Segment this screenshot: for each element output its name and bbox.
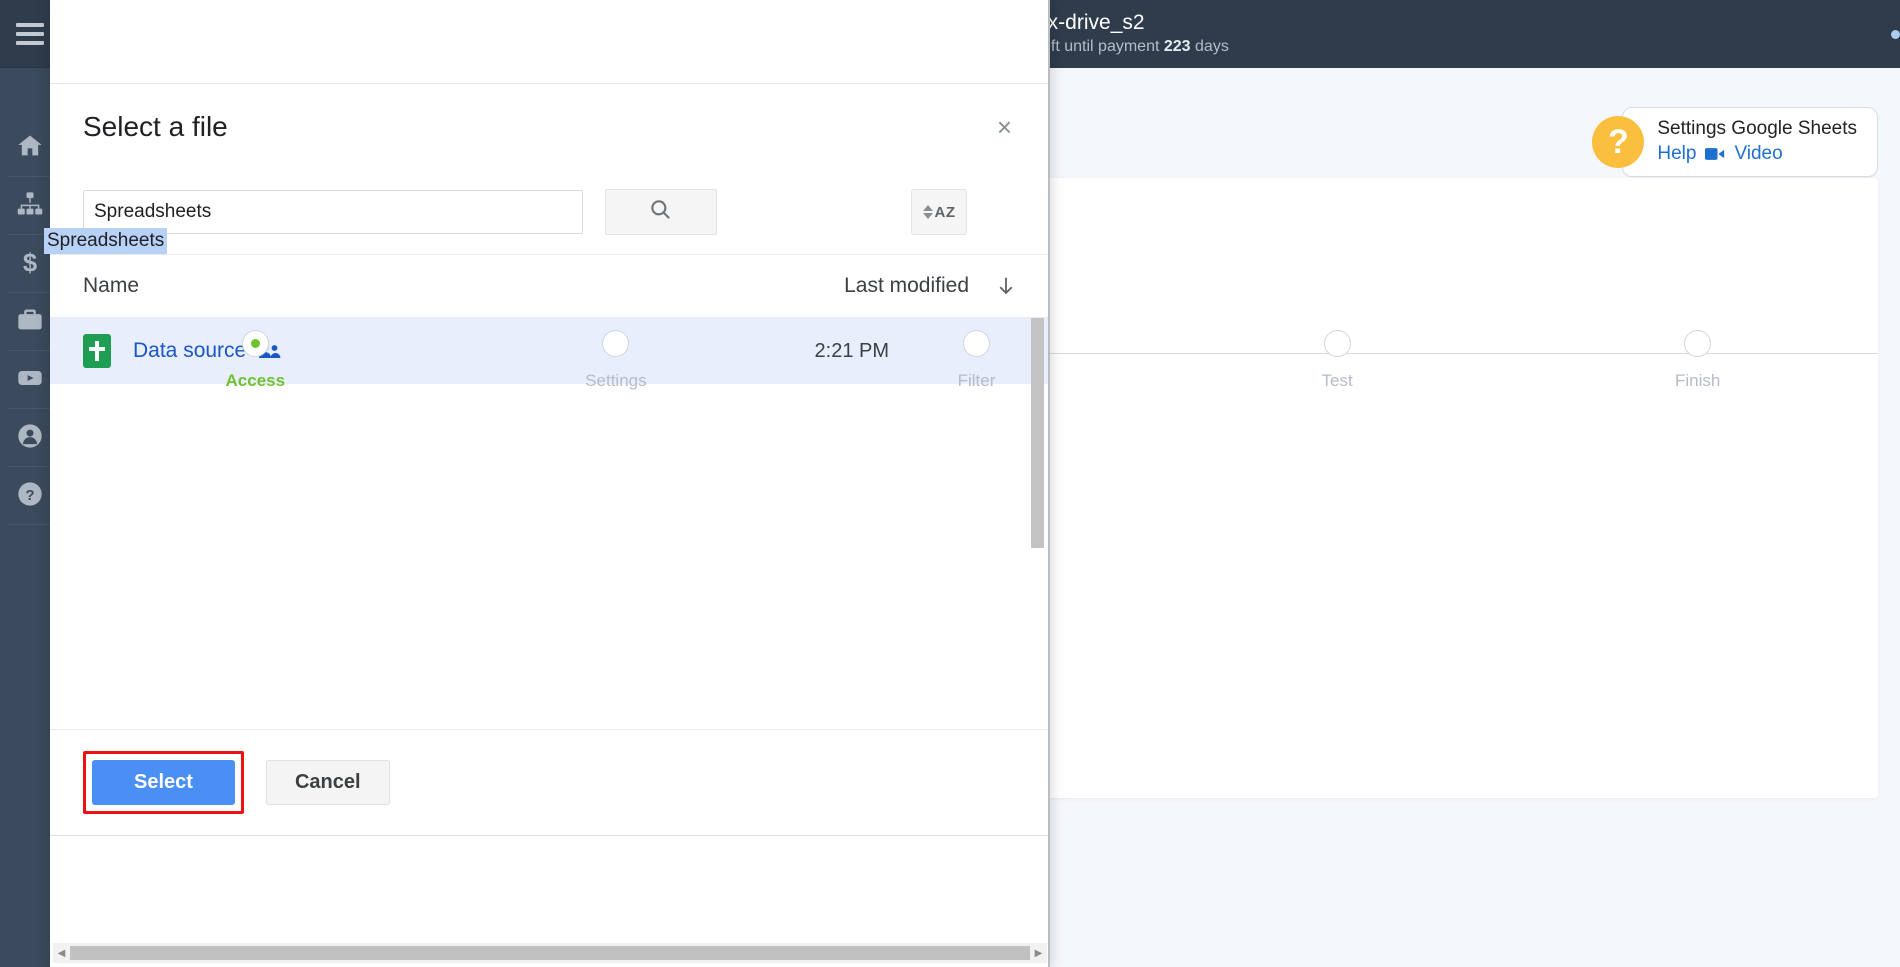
help-card-links: Help Video	[1657, 142, 1857, 167]
language-selector-icon[interactable]	[1891, 30, 1900, 39]
step-test-dot	[1323, 330, 1351, 357]
search-input[interactable]	[83, 190, 583, 234]
home-icon	[16, 132, 44, 165]
column-header-last-modified[interactable]: Last modified	[844, 274, 969, 298]
step-settings-label: Settings	[585, 371, 647, 390]
step-test-label: Test	[1321, 371, 1353, 390]
select-button-highlight: Select	[83, 751, 244, 814]
horizontal-scrollbar-thumb[interactable]	[70, 946, 1030, 960]
dialog-search-row: AZ	[50, 170, 1050, 254]
video-camera-icon	[1705, 147, 1725, 161]
video-link[interactable]: Video	[1734, 142, 1782, 167]
search-button[interactable]	[605, 189, 717, 235]
step-filter-label: Filter	[957, 371, 996, 390]
search-icon	[648, 197, 674, 228]
application-root: $ ? demo_apix-drive_s2 Plan |Start| left…	[0, 0, 1900, 967]
step-filter[interactable]: Filter	[896, 330, 1056, 391]
step-settings[interactable]: Settings	[536, 330, 696, 391]
plan-suffix-text: days	[1195, 38, 1229, 56]
close-icon[interactable]: ×	[989, 110, 1020, 144]
sort-alpha-button[interactable]: AZ	[911, 189, 967, 235]
svg-text:$: $	[23, 249, 37, 276]
help-card-title: Settings Google Sheets	[1657, 118, 1857, 139]
hamburger-icon	[16, 18, 44, 50]
plan-days-count: 223	[1163, 38, 1191, 56]
dialog-footer: Select Cancel	[50, 729, 1050, 835]
svg-text:?: ?	[25, 487, 34, 504]
dialog-header: Select a file ×	[50, 84, 1050, 170]
step-filter-dot	[962, 330, 990, 357]
step-access-label: Access	[225, 371, 286, 390]
sitemap-icon	[16, 190, 44, 223]
step-access[interactable]: Access	[175, 330, 335, 391]
picker-bottom-area: ◀ ▶	[50, 836, 1050, 967]
step-access-dot	[241, 330, 269, 357]
step-finish[interactable]: Finish	[1618, 330, 1778, 391]
triangle-left-icon[interactable]: ◀	[53, 948, 70, 959]
sort-arrows	[922, 205, 933, 219]
picker-top-strip	[50, 0, 1050, 84]
picker-right-border	[1048, 0, 1050, 967]
question-circle-icon: ?	[16, 480, 44, 513]
file-list-header: Name Last modified	[50, 254, 1050, 318]
select-file-dialog: Select a file × Spreadsheets AZ Name Las…	[50, 84, 1050, 836]
step-finish-label: Finish	[1674, 371, 1721, 390]
select-button[interactable]: Select	[92, 760, 235, 805]
briefcase-icon	[16, 306, 44, 339]
user-circle-icon	[16, 422, 44, 455]
help-card: Settings Google Sheets Help Video	[1622, 107, 1878, 178]
step-finish-dot	[1684, 330, 1712, 357]
dialog-title: Select a file	[83, 111, 228, 142]
horizontal-scrollbar[interactable]: ◀ ▶	[53, 943, 1047, 963]
help-link[interactable]: Help	[1657, 142, 1696, 167]
triangle-right-icon[interactable]: ▶	[1030, 948, 1047, 959]
google-sheets-icon	[83, 334, 111, 368]
sort-alpha-icon: AZ	[922, 203, 956, 221]
column-header-name[interactable]: Name	[83, 274, 844, 298]
google-file-picker-overlay: Select a file × Spreadsheets AZ Name Las…	[50, 0, 1050, 967]
arrow-down-icon[interactable]	[995, 272, 1017, 300]
sort-button-letters: AZ	[934, 203, 956, 221]
step-test[interactable]: Test	[1257, 330, 1417, 391]
youtube-icon	[16, 364, 44, 397]
cancel-button[interactable]: Cancel	[265, 760, 390, 805]
dollar-icon: $	[16, 248, 44, 281]
help-tooltip: ? Settings Google Sheets Help Video	[1592, 107, 1878, 178]
step-settings-dot	[602, 330, 630, 357]
